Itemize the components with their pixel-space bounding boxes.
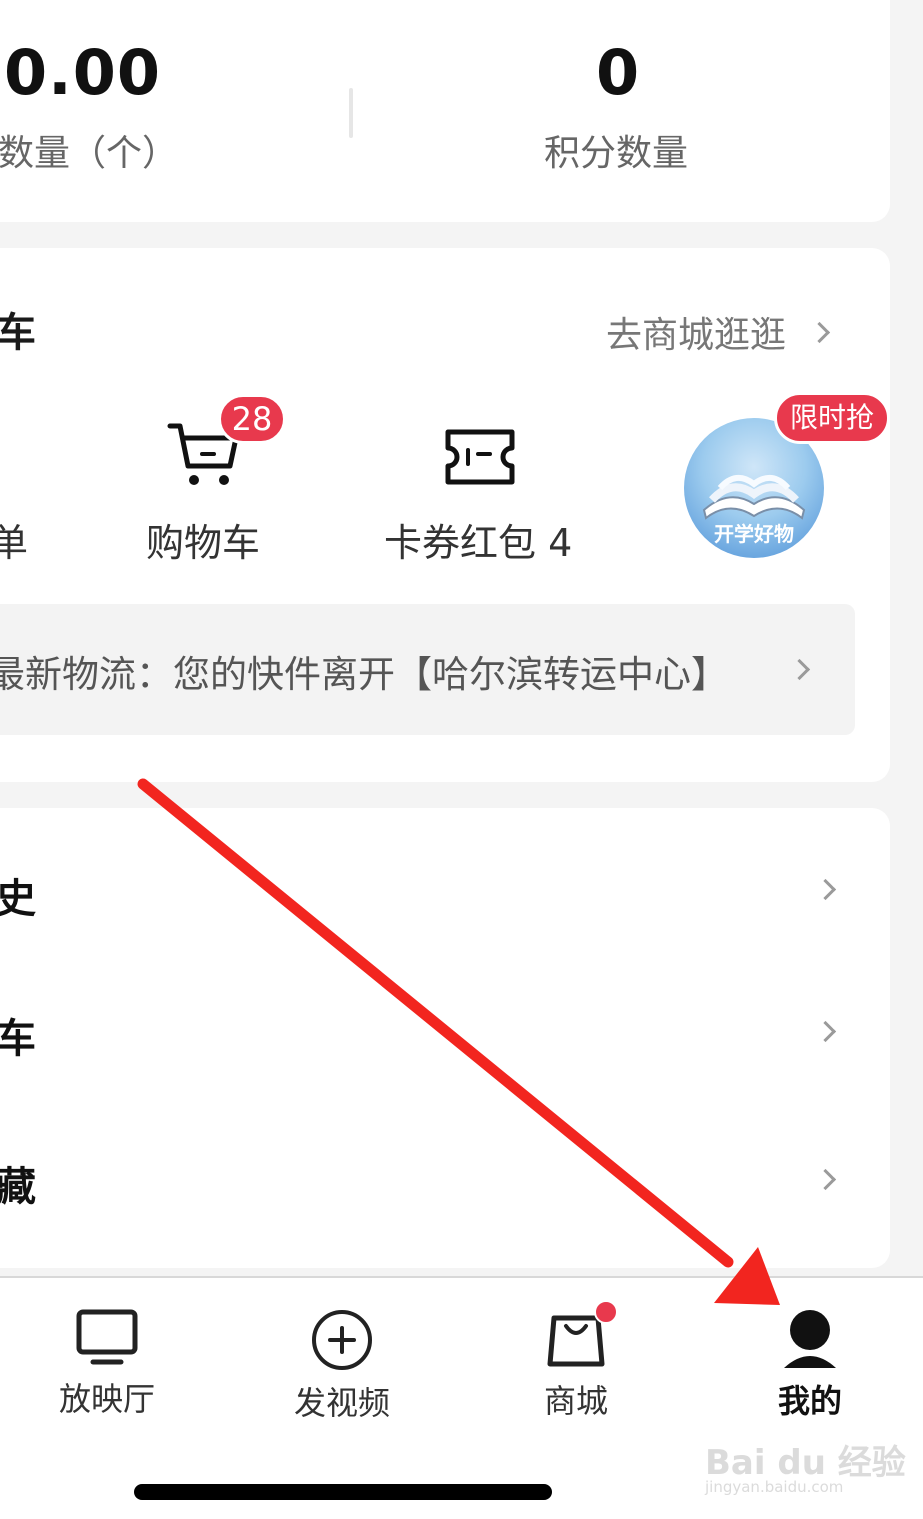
nav-label: 商城 (543, 1382, 608, 1420)
nav-tab-post-video[interactable]: 发视频 (242, 1308, 442, 1424)
watermark-logo: Bai du 经验 (705, 1443, 906, 1483)
chevron-right-icon (814, 1020, 837, 1043)
menu-item[interactable]: 车 (0, 970, 890, 1090)
chevron-right-icon (788, 658, 811, 681)
promo-badge: 限时抢 (774, 392, 890, 444)
logistics-row[interactable]: 最新物流：您的快件离开【哈尔滨转运中心】 (0, 604, 855, 735)
nav-tab-theater[interactable]: 放映厅 (7, 1308, 207, 1420)
menu-item-label: 史 (0, 876, 36, 922)
promo-caption: 开学好物 (714, 522, 794, 546)
nav-tab-shop[interactable]: 商城 (476, 1300, 676, 1422)
coins-value[interactable]: 0.00 (4, 36, 161, 109)
menu-card: 史 车 藏 (0, 808, 890, 1268)
menu-item[interactable]: 藏 (0, 1116, 890, 1236)
chevron-right-icon (808, 321, 831, 343)
chevron-right-icon (814, 1168, 837, 1191)
menu-item[interactable]: 史 (0, 828, 890, 948)
section-title-edge: 车 (0, 310, 36, 356)
user-icon (784, 1310, 836, 1368)
home-indicator (134, 1484, 552, 1500)
plus-circle-icon (312, 1310, 372, 1370)
tv-icon (76, 1309, 138, 1365)
ticket-icon (445, 429, 515, 485)
nav-label: 我的 (777, 1382, 842, 1420)
stats-card: 0.00 宝数量（个） 0 积分数量 (0, 0, 890, 222)
go-shop-label: 去商城逛逛 (606, 315, 787, 356)
coupons-label[interactable]: 卡券红包 4 (384, 512, 572, 567)
nav-label: 放映厅 (58, 1380, 155, 1418)
cart-label[interactable]: 购物车 (146, 512, 260, 567)
notification-dot (594, 1300, 618, 1324)
logistics-text: 最新物流：您的快件离开【哈尔滨转运中心】 (0, 653, 728, 696)
stat-divider (349, 88, 353, 138)
nav-label: 发视频 (293, 1384, 390, 1422)
chevron-right-icon (814, 878, 837, 901)
coupons-shortcut[interactable] (444, 428, 516, 490)
cart-badge: 28 (218, 394, 286, 444)
points-value[interactable]: 0 (596, 36, 640, 109)
nav-tab-me[interactable]: 我的 (710, 1308, 910, 1422)
points-label: 积分数量 (544, 133, 689, 174)
watermark-url: jingyan.baidu.com (705, 1478, 844, 1496)
orders-shortcut-edge[interactable]: 单 (0, 512, 28, 567)
shop-card: 车 去商城逛逛 单 28 购物车 卡券红包 4 开学好物 限时抢 最新物流：您的… (0, 248, 890, 782)
menu-item-label: 车 (0, 1016, 36, 1062)
menu-item-label: 藏 (0, 1164, 36, 1210)
coins-label: 宝数量（个） (0, 133, 179, 174)
go-shop-link[interactable]: 去商城逛逛 (606, 306, 831, 358)
